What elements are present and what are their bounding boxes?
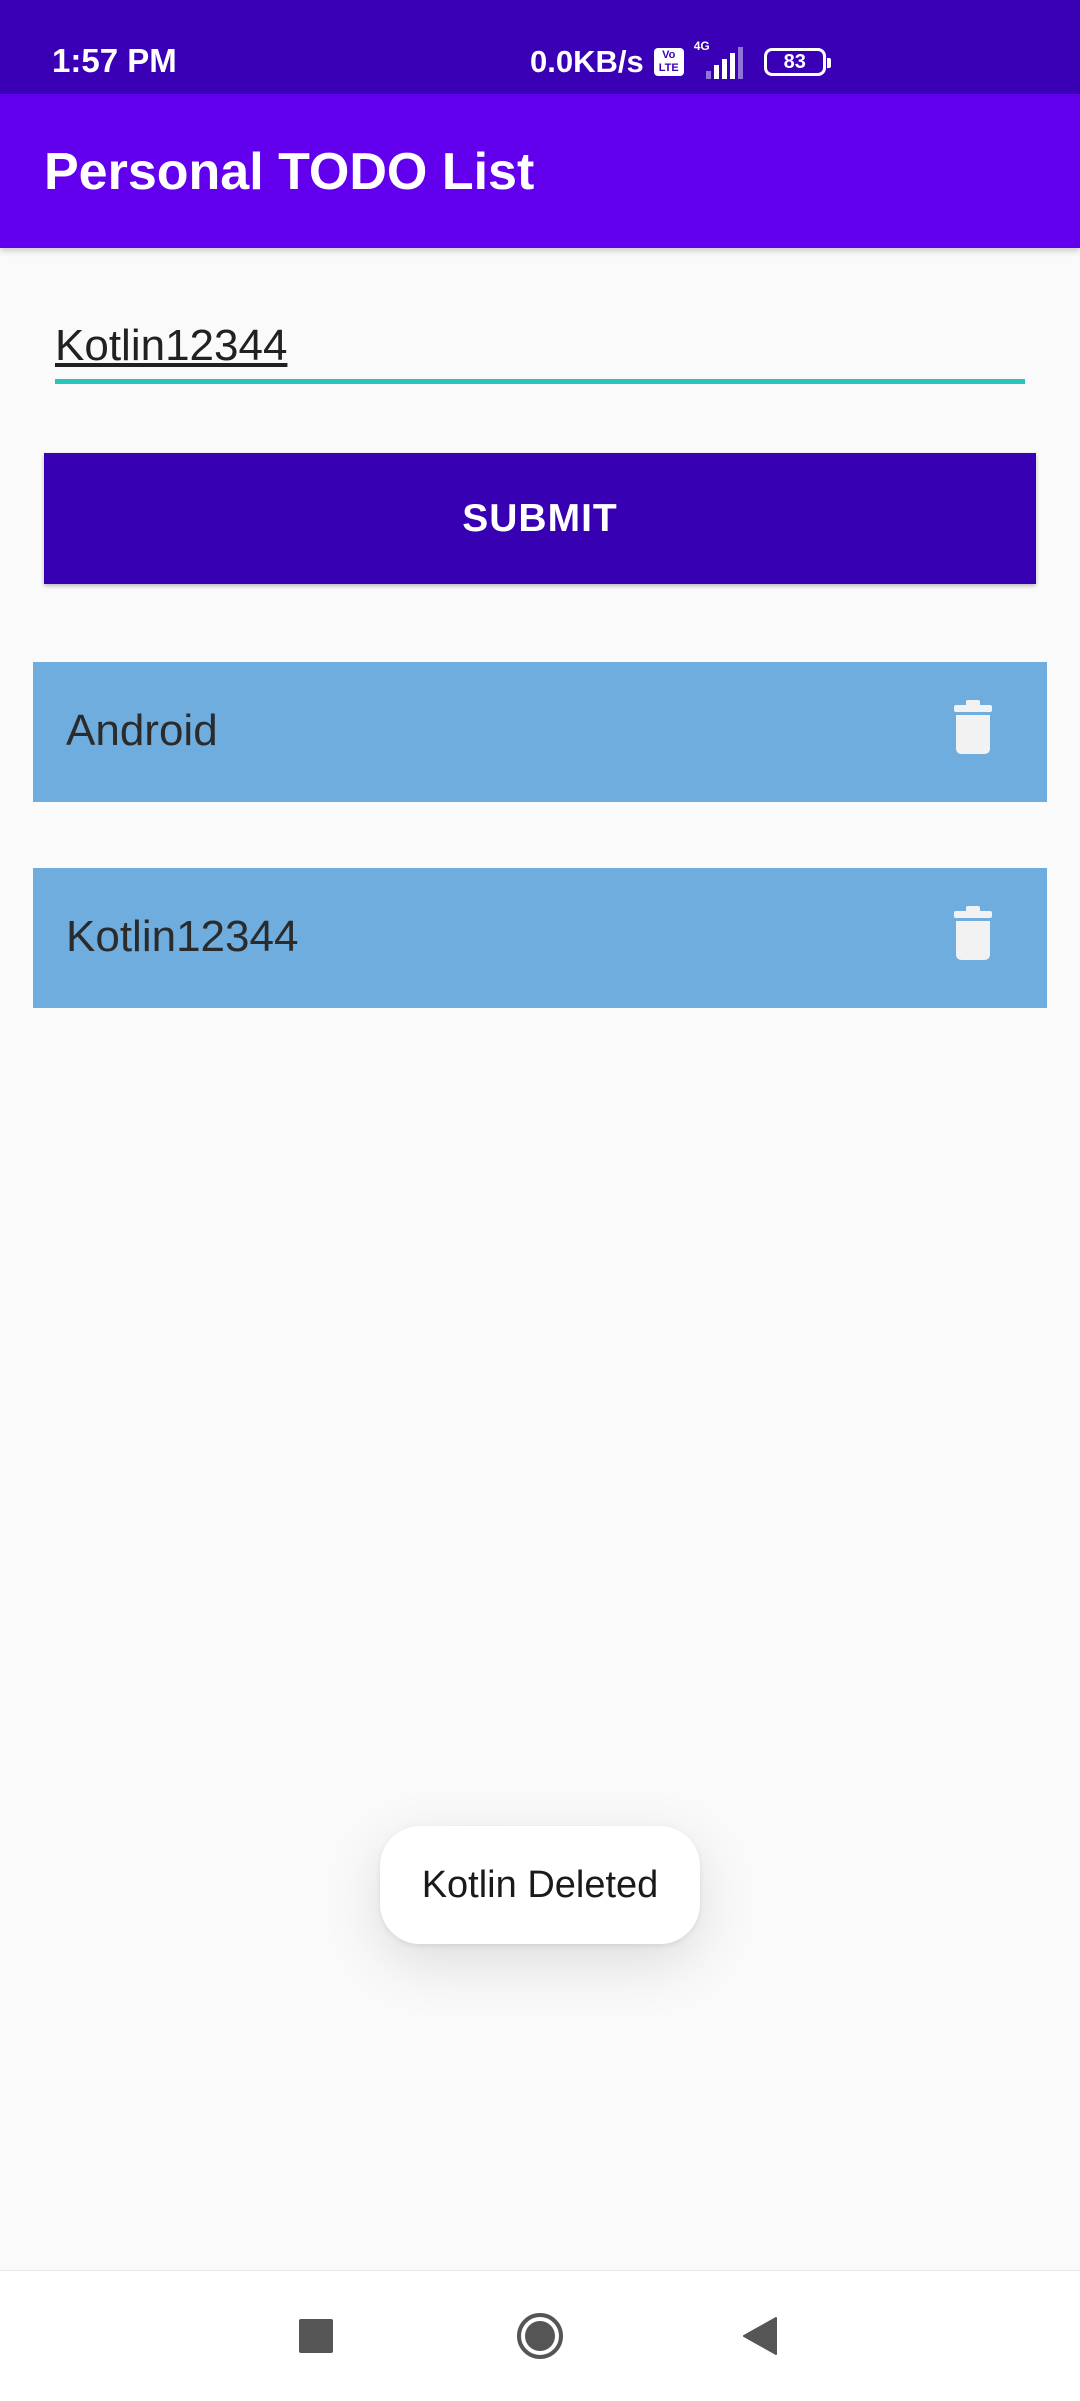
todo-item: Android: [33, 662, 1047, 802]
todo-item: Kotlin12344: [33, 868, 1047, 1008]
signal-icon: 4G: [694, 39, 754, 79]
trash-icon[interactable]: [953, 906, 993, 960]
navigation-bar: [0, 2270, 1080, 2401]
network-speed: 0.0KB/s: [530, 44, 644, 79]
todo-item-label: Android: [66, 706, 218, 755]
status-indicators: 0.0KB/s Vo LTE 4G 83: [530, 39, 831, 84]
status-bar: 1:57 PM 0.0KB/s Vo LTE 4G 83: [0, 0, 1080, 94]
volte-icon: Vo LTE: [653, 48, 684, 76]
app-title: Personal TODO List: [44, 143, 535, 201]
circle-home-icon[interactable]: [480, 2271, 600, 2401]
trash-icon[interactable]: [953, 700, 993, 754]
triangle-back-icon[interactable]: [700, 2271, 820, 2401]
todo-item-label: Kotlin12344: [66, 912, 299, 961]
square-recents-icon[interactable]: [256, 2271, 376, 2401]
submit-button[interactable]: SUBMIT: [44, 453, 1036, 584]
todo-input[interactable]: [55, 312, 1025, 384]
toast-message: Kotlin Deleted: [380, 1826, 700, 1944]
status-time: 1:57 PM: [52, 42, 177, 79]
battery-icon: 83: [763, 48, 831, 76]
app-bar: Personal TODO List: [0, 94, 1080, 248]
